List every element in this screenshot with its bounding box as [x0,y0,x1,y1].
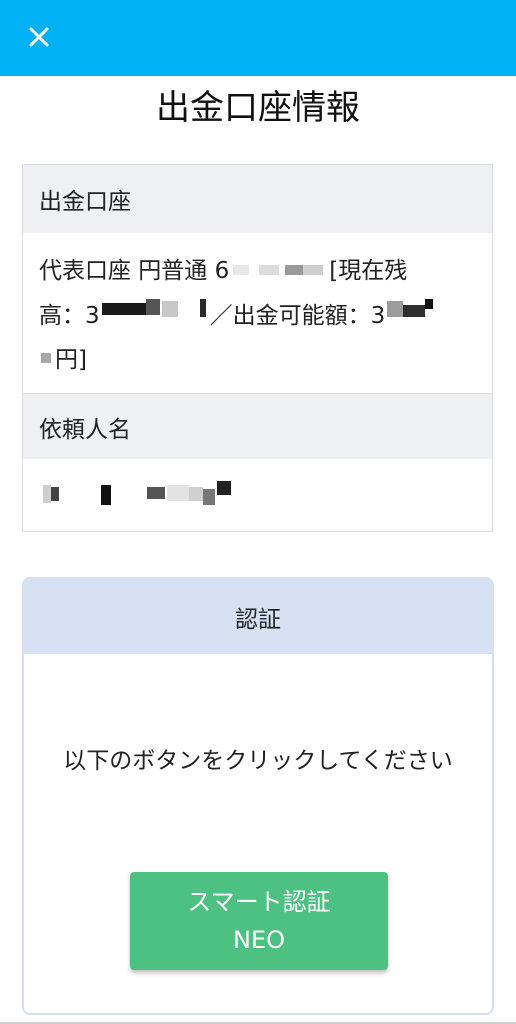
balance-prefix: 高：3 [39,302,100,329]
balance-label: [現在残 [329,258,408,284]
authentication-heading: 認証 [24,579,492,654]
authentication-card: 認証 以下のボタンをクリックしてください スマート認証 NEO [22,577,494,1015]
available-amount-label: ／出金可能額：3 [209,302,386,329]
authentication-heading-label: 認証 [235,606,281,633]
account-info-card: 出金口座 代表口座 円普通 6 [現在残 高：3 ／出金可能額：3 円] 依頼人名 [22,164,493,532]
close-button[interactable] [22,20,56,54]
withdrawal-account-details: 代表口座 円普通 6 [現在残 高：3 ／出金可能額：3 円] [39,249,469,383]
requester-name-heading-label: 依頼人名 [39,416,131,443]
yen-suffix: 円] [55,347,87,373]
top-bar [0,0,516,76]
redacted-account-number [229,250,329,294]
requester-name-heading: 依頼人名 [23,393,492,459]
redacted-balance [100,294,210,338]
redacted-requester-name [39,477,469,517]
withdrawal-account-heading-label: 出金口座 [39,189,131,215]
withdrawal-account-heading: 出金口座 [23,165,492,233]
account-type-text: 代表口座 円普通 6 [39,258,230,284]
smart-auth-button-label: スマート認証 [187,888,331,916]
account-line-3: 円] [39,338,469,383]
smart-auth-neo-button[interactable]: スマート認証 NEO [130,872,388,970]
page-title: 出金口座情報 [156,88,360,128]
neo-button-label: NEO [232,926,285,954]
redacted-available-amount-cont [39,339,55,383]
authentication-instruction: 以下のボタンをクリックしてください [63,748,453,774]
account-line-1: 代表口座 円普通 6 [現在残 [39,249,469,294]
redacted-available-amount [385,294,445,338]
account-line-2: 高：3 ／出金可能額：3 [39,294,469,339]
close-icon[interactable] [22,20,56,54]
